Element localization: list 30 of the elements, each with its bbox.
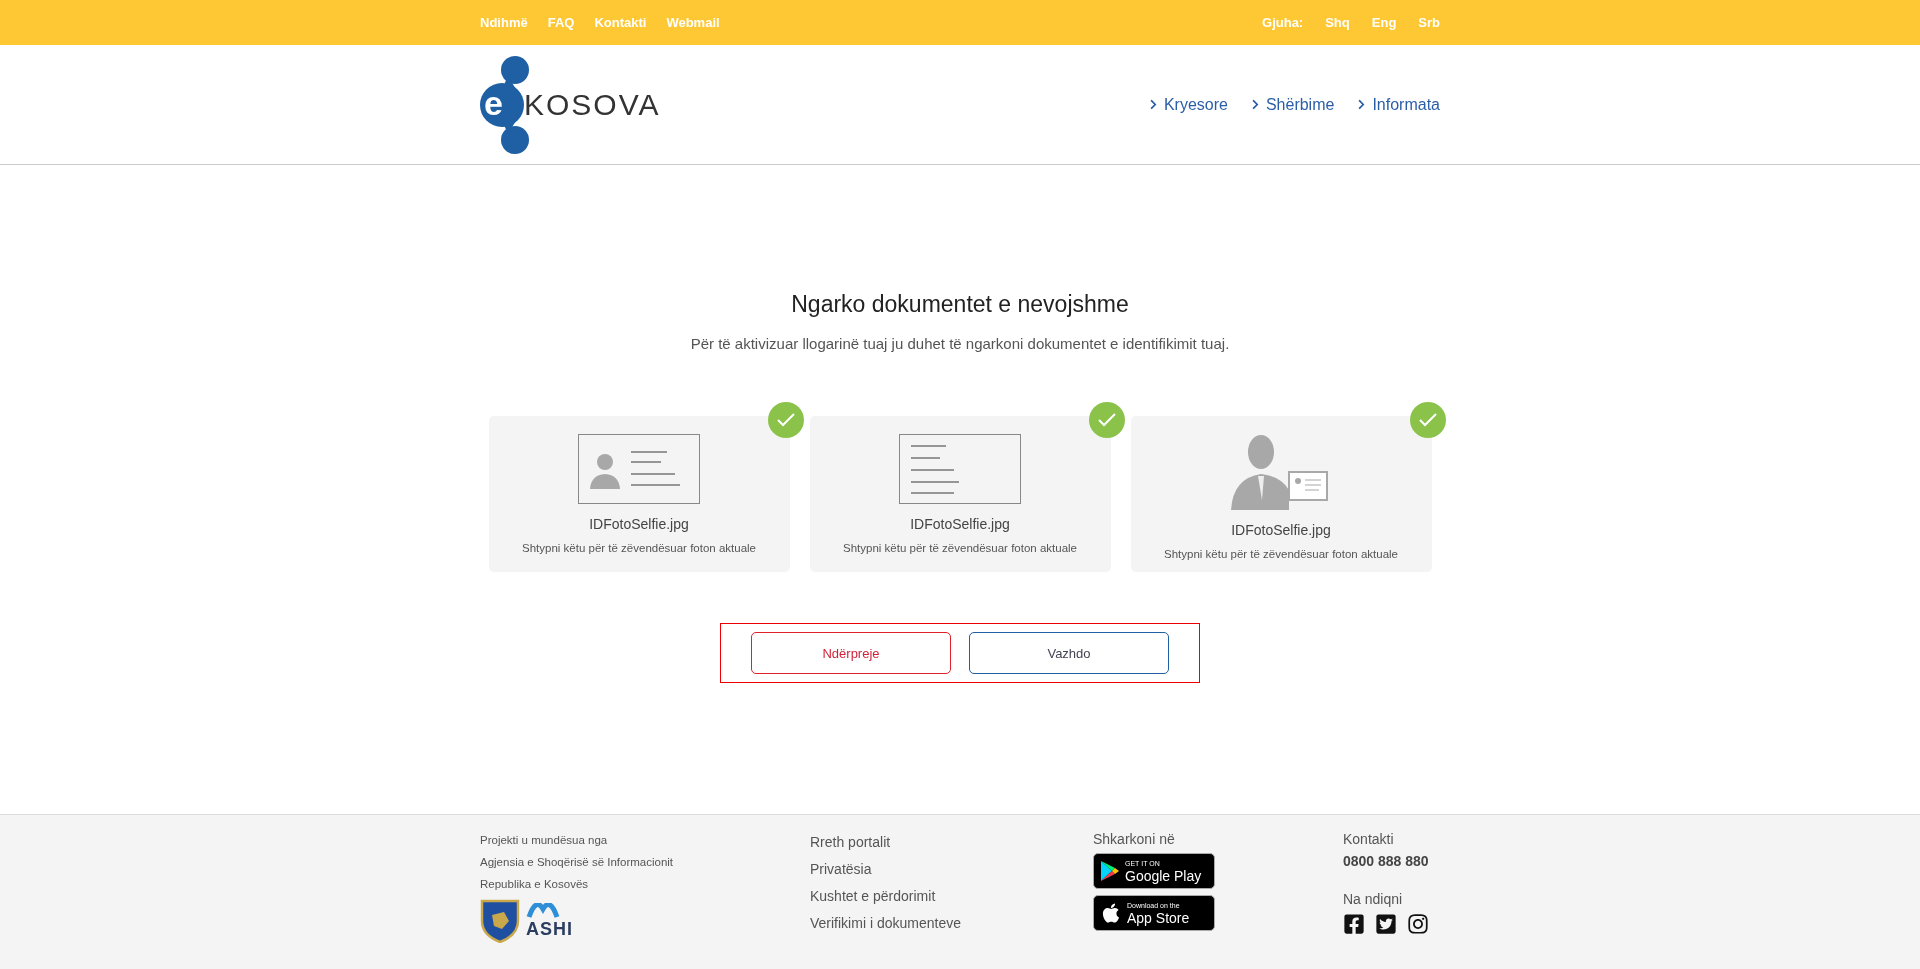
credit-text: Projekti u mundësua nga (480, 833, 609, 848)
upload-card[interactable]: IDFotoSelfie.jpg Shtypni këtu për të zëvendësuar foton aktuale (809, 416, 1111, 572)
file-name: IDFotoSelfie.jpg (910, 516, 1010, 532)
follow-title: Na ndiqni (1343, 891, 1404, 907)
file-name: IDFotoSelfie.jpg (589, 516, 689, 532)
card-hint: Shtypni këtu për të zëvendësuar foton aktuale (843, 542, 1077, 554)
nav-link[interactable]: Informata (1356, 95, 1440, 114)
footer-link[interactable]: Verifikimi i dokumenteve (810, 910, 1093, 937)
nav-link[interactable]: Kryesore (1147, 95, 1228, 114)
ashi-logo-text: ASHI (526, 918, 573, 940)
card-hint: Shtypni këtu për të zëvendësuar foton aktuale (1164, 548, 1398, 560)
card-hint: Shtypni këtu për të zëvendësuar foton aktuale (522, 542, 756, 554)
logo[interactable]: e KOSOVA (480, 55, 661, 154)
footer-link[interactable]: Rreth portalit (810, 829, 1093, 856)
page-title: Ngarko dokumentet e nevojshme (791, 291, 1129, 318)
file-name: IDFotoSelfie.jpg (1231, 522, 1331, 538)
cancel-button[interactable]: Ndërpreje (751, 632, 951, 674)
credit-text: Republika e Kosovës (480, 877, 590, 892)
phone-number: 0800 888 880 (1343, 853, 1430, 869)
page-subtitle: Për të aktivizuar llogarinë tuaj ju duhet të ngarkoni dokumentet e identifikimit tuaj. (690, 335, 1230, 352)
contact-title: Kontakti (1343, 831, 1395, 847)
credit-text: Agjensia e Shoqërisë së Informacionit (480, 855, 675, 870)
language-label: Gjuha: (1262, 15, 1304, 30)
footer-link[interactable]: Kushtet e përdorimit (810, 883, 1093, 910)
continue-button[interactable]: Vazhdo (969, 632, 1169, 674)
upload-card[interactable]: IDFotoSelfie.jpg Shtypni këtu për të zëvendësuar foton aktuale (488, 416, 790, 572)
upload-card[interactable]: IDFotoSelfie.jpg Shtypni këtu për të zëvendësuar foton aktuale (1130, 416, 1432, 572)
download-title: Shkarkoni në (1093, 831, 1176, 847)
footer-link[interactable]: Privatësia (810, 856, 1093, 883)
nav-link[interactable]: Shërbime (1249, 95, 1335, 114)
